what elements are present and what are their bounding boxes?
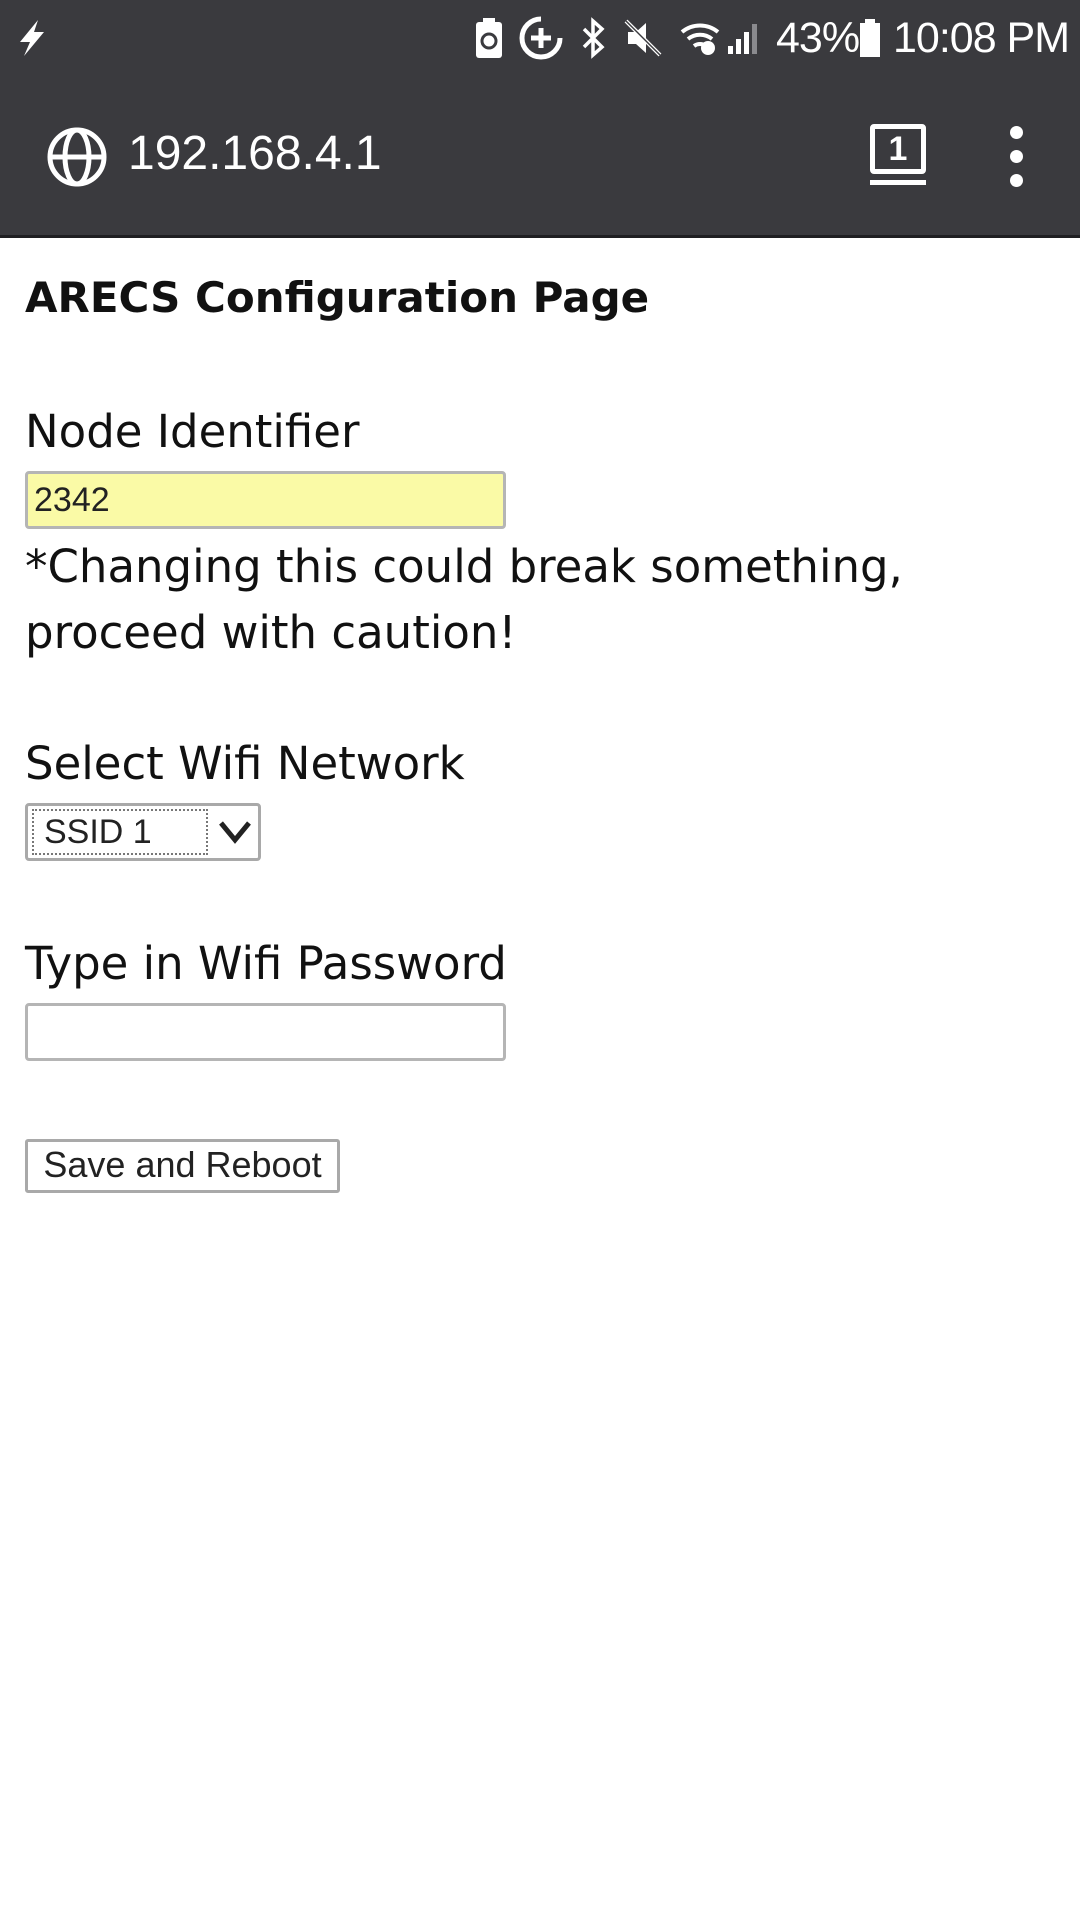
tab-count-icon: 1 <box>870 124 926 174</box>
wifi-network-select[interactable]: SSID 1 <box>25 803 261 861</box>
battery-percent: 43% <box>776 13 860 62</box>
menu-dot <box>1010 174 1023 187</box>
wifi-password-label: Type in Wifi Password <box>25 937 507 990</box>
battery-saver-icon <box>474 0 504 76</box>
bluetooth-icon <box>580 0 608 76</box>
battery-icon <box>858 0 882 76</box>
menu-dot <box>1010 150 1023 163</box>
browser-toolbar: 192.168.4.1 1 <box>0 76 1080 238</box>
wifi-icon <box>680 0 720 76</box>
web-page-content: ARECS Configuration Page Node Identifier… <box>0 241 1080 1920</box>
wifi-network-selected-value: SSID 1 <box>32 809 208 855</box>
data-saver-icon <box>518 0 564 76</box>
node-identifier-input[interactable] <box>25 471 506 529</box>
more-vert-icon[interactable] <box>988 116 1044 196</box>
caution-note: *Changing this could break something, pr… <box>25 540 903 659</box>
wifi-network-label: Select Wifi Network <box>25 737 465 790</box>
globe-icon[interactable] <box>46 126 108 188</box>
status-bar: 43% 10:08 PM <box>0 0 1080 76</box>
page-title: ARECS Configuration Page <box>25 273 650 322</box>
wifi-password-input[interactable] <box>25 1003 506 1061</box>
address-bar[interactable]: 192.168.4.1 <box>128 122 382 186</box>
clock-time: 10:08 PM <box>893 13 1070 62</box>
chevron-down-icon <box>219 821 251 844</box>
flash-icon <box>16 0 48 76</box>
tab-count-underline <box>870 180 926 185</box>
mute-icon <box>622 0 664 76</box>
node-identifier-label: Node Identifier <box>25 405 360 458</box>
menu-dot <box>1010 126 1023 139</box>
tab-switcher-button[interactable]: 1 <box>866 120 930 188</box>
cell-signal-icon <box>726 0 762 76</box>
save-and-reboot-button[interactable]: Save and Reboot <box>25 1139 340 1193</box>
